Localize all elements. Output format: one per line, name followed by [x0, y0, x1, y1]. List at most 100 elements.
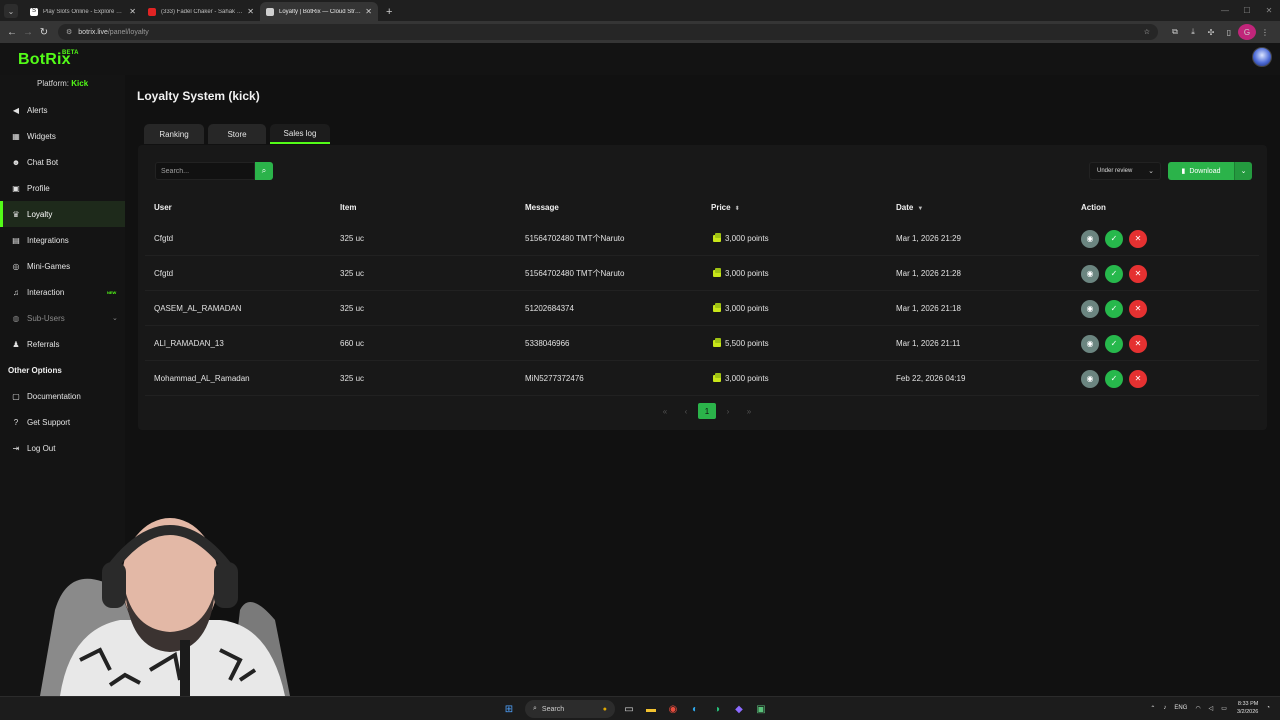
reload-icon[interactable]: ↻: [38, 24, 50, 40]
approve-icon[interactable]: ✓: [1105, 229, 1123, 248]
col-header-price[interactable]: Price ⬍: [711, 203, 740, 212]
col-header-date[interactable]: Date ▼: [896, 203, 923, 212]
gamepad-icon: ◎: [12, 261, 20, 271]
cell-price: 3,000 points: [713, 291, 769, 326]
taskbar-search[interactable]: ⌕ Search ●: [525, 700, 615, 718]
approve-icon[interactable]: ✓: [1105, 334, 1123, 353]
chrome-icon[interactable]: ◉: [663, 700, 683, 718]
sidebar-item-loyalty[interactable]: ♛ Loyalty: [0, 201, 125, 227]
reject-icon[interactable]: ✕: [1129, 334, 1147, 353]
status-filter-select[interactable]: Under review ⌄: [1089, 162, 1161, 180]
view-icon[interactable]: ◉: [1081, 229, 1099, 248]
windows-start-icon[interactable]: ⊞: [499, 700, 519, 718]
sidepanel-icon[interactable]: ▯: [1220, 24, 1238, 40]
address-bar[interactable]: ⚙ botrix.live/panel/loyalty ☆: [58, 24, 1158, 40]
minimize-icon[interactable]: —: [1214, 0, 1236, 21]
close-tab-icon[interactable]: ✕: [365, 7, 372, 16]
app-icon[interactable]: ▣: [751, 700, 771, 718]
other-options-heading: Other Options: [8, 365, 62, 375]
clock-date: 3/2/2026: [1236, 709, 1259, 715]
site-info-icon[interactable]: ⚙: [66, 28, 72, 36]
tab-ranking[interactable]: Ranking: [144, 124, 204, 144]
first-page-icon[interactable]: «: [656, 403, 674, 419]
tab-store[interactable]: Store: [208, 124, 266, 144]
cell-actions: ◉ ✓ ✕: [1081, 256, 1153, 291]
tab-sales-log[interactable]: Sales log: [270, 124, 330, 144]
sidebar-item-integrations[interactable]: ▤ Integrations: [0, 227, 125, 253]
view-icon[interactable]: ◉: [1081, 369, 1099, 388]
search-input[interactable]: [155, 162, 255, 180]
edge-icon[interactable]: ◐: [685, 700, 705, 718]
view-icon[interactable]: ◉: [1081, 264, 1099, 283]
last-page-icon[interactable]: »: [740, 403, 758, 419]
extension-icon[interactable]: ⧉: [1166, 24, 1184, 40]
notification-bell-icon[interactable]: ◔: [1266, 705, 1270, 711]
maximize-icon[interactable]: ☐: [1236, 0, 1258, 21]
sidebar-item-chat-bot[interactable]: ☻ Chat Bot: [0, 149, 125, 175]
profile-card-icon: ▣: [12, 183, 20, 193]
sidebar-item-sub-users[interactable]: ◍ Sub-Users ⌄: [0, 305, 125, 331]
reject-icon[interactable]: ✕: [1129, 229, 1147, 248]
download-button[interactable]: ▮ Download: [1168, 162, 1234, 180]
next-page-icon[interactable]: ›: [719, 403, 737, 419]
bookmark-star-icon[interactable]: ☆: [1144, 28, 1150, 36]
clock[interactable]: 8:33 PM 3/2/2026: [1237, 700, 1258, 716]
sort-desc-icon[interactable]: ▼: [917, 206, 923, 212]
reject-icon[interactable]: ✕: [1129, 299, 1147, 318]
approve-icon[interactable]: ✓: [1105, 299, 1123, 318]
sidebar-item-widgets[interactable]: ▦ Widgets: [0, 123, 125, 149]
view-icon[interactable]: ◉: [1081, 299, 1099, 318]
page-1-button[interactable]: 1: [698, 403, 716, 419]
sidebar-item-label: Alerts: [27, 105, 48, 115]
view-icon[interactable]: ◉: [1081, 334, 1099, 353]
sidebar-item-documentation[interactable]: ▢ Documentation: [0, 383, 125, 409]
reject-icon[interactable]: ✕: [1129, 264, 1147, 283]
language-indicator[interactable]: ENG: [1174, 705, 1187, 711]
mic-icon[interactable]: ♪: [1163, 705, 1166, 711]
cell-user: Cfgtd: [154, 269, 174, 278]
sidebar-item-interaction[interactable]: ♫ Interaction NEW: [0, 279, 125, 305]
extensions-puzzle-icon[interactable]: ✣: [1202, 24, 1220, 40]
download-options-button[interactable]: ⌄: [1234, 162, 1252, 180]
sidebar-item-get-support[interactable]: ? Get Support: [0, 409, 125, 435]
browser-tab[interactable]: (333) Fadel Chaker - Sahak Is... ✕: [142, 2, 260, 21]
approve-icon[interactable]: ✓: [1105, 369, 1123, 388]
sidebar-item-mini-games[interactable]: ◎ Mini-Games: [0, 253, 125, 279]
battery-icon[interactable]: ▭: [1221, 705, 1227, 712]
new-tab-button[interactable]: +: [386, 6, 392, 18]
reject-icon[interactable]: ✕: [1129, 369, 1147, 388]
tab-search-button[interactable]: ⌄: [4, 4, 18, 18]
edge-browser-icon[interactable]: ◑: [707, 700, 727, 718]
back-icon[interactable]: ←: [6, 24, 18, 40]
close-tab-icon[interactable]: ✕: [129, 7, 136, 16]
col-message-label: Message: [525, 203, 559, 212]
wifi-icon[interactable]: ◠: [1195, 705, 1200, 712]
download-tray-icon[interactable]: ⤓: [1184, 24, 1202, 40]
search-icon[interactable]: ⌕: [255, 162, 273, 180]
task-view-icon[interactable]: ▭: [619, 700, 639, 718]
forward-icon[interactable]: →: [22, 24, 34, 40]
robot-icon: ☻: [11, 157, 21, 167]
close-tab-icon[interactable]: ✕: [247, 7, 254, 16]
botrix-logo[interactable]: BotRix BETA: [18, 50, 79, 69]
approve-icon[interactable]: ✓: [1105, 264, 1123, 283]
sidebar-item-alerts[interactable]: ◀ Alerts: [0, 97, 125, 123]
sidebar-item-profile[interactable]: ▣ Profile: [0, 175, 125, 201]
sidebar-item-referrals[interactable]: ♟ Referrals: [0, 331, 125, 357]
sidebar-item-log-out[interactable]: ⇥ Log Out: [0, 435, 125, 461]
browser-tab[interactable]: Loyalty | BotRix — Cloud Strea... ✕: [260, 2, 378, 21]
sort-icon[interactable]: ⬍: [735, 206, 740, 212]
browser-tab[interactable]: S Play Slots Online - Explore 460... ✕: [24, 2, 142, 21]
tray-chevron-icon[interactable]: ⌃: [1150, 705, 1155, 712]
file-explorer-icon[interactable]: ▬: [641, 700, 661, 718]
search-highlight-icon: ●: [602, 705, 607, 713]
prev-page-icon[interactable]: ‹: [677, 403, 695, 419]
volume-icon[interactable]: ◁: [1209, 705, 1214, 712]
app-topbar: BotRix BETA: [0, 43, 1280, 75]
user-avatar[interactable]: [1252, 47, 1272, 67]
close-window-icon[interactable]: ✕: [1258, 0, 1280, 21]
discord-icon[interactable]: ◆: [729, 700, 749, 718]
sidebar-item-label: Integrations: [27, 235, 69, 245]
browser-menu-icon[interactable]: ⋮: [1256, 24, 1274, 40]
profile-avatar[interactable]: G: [1238, 24, 1256, 40]
